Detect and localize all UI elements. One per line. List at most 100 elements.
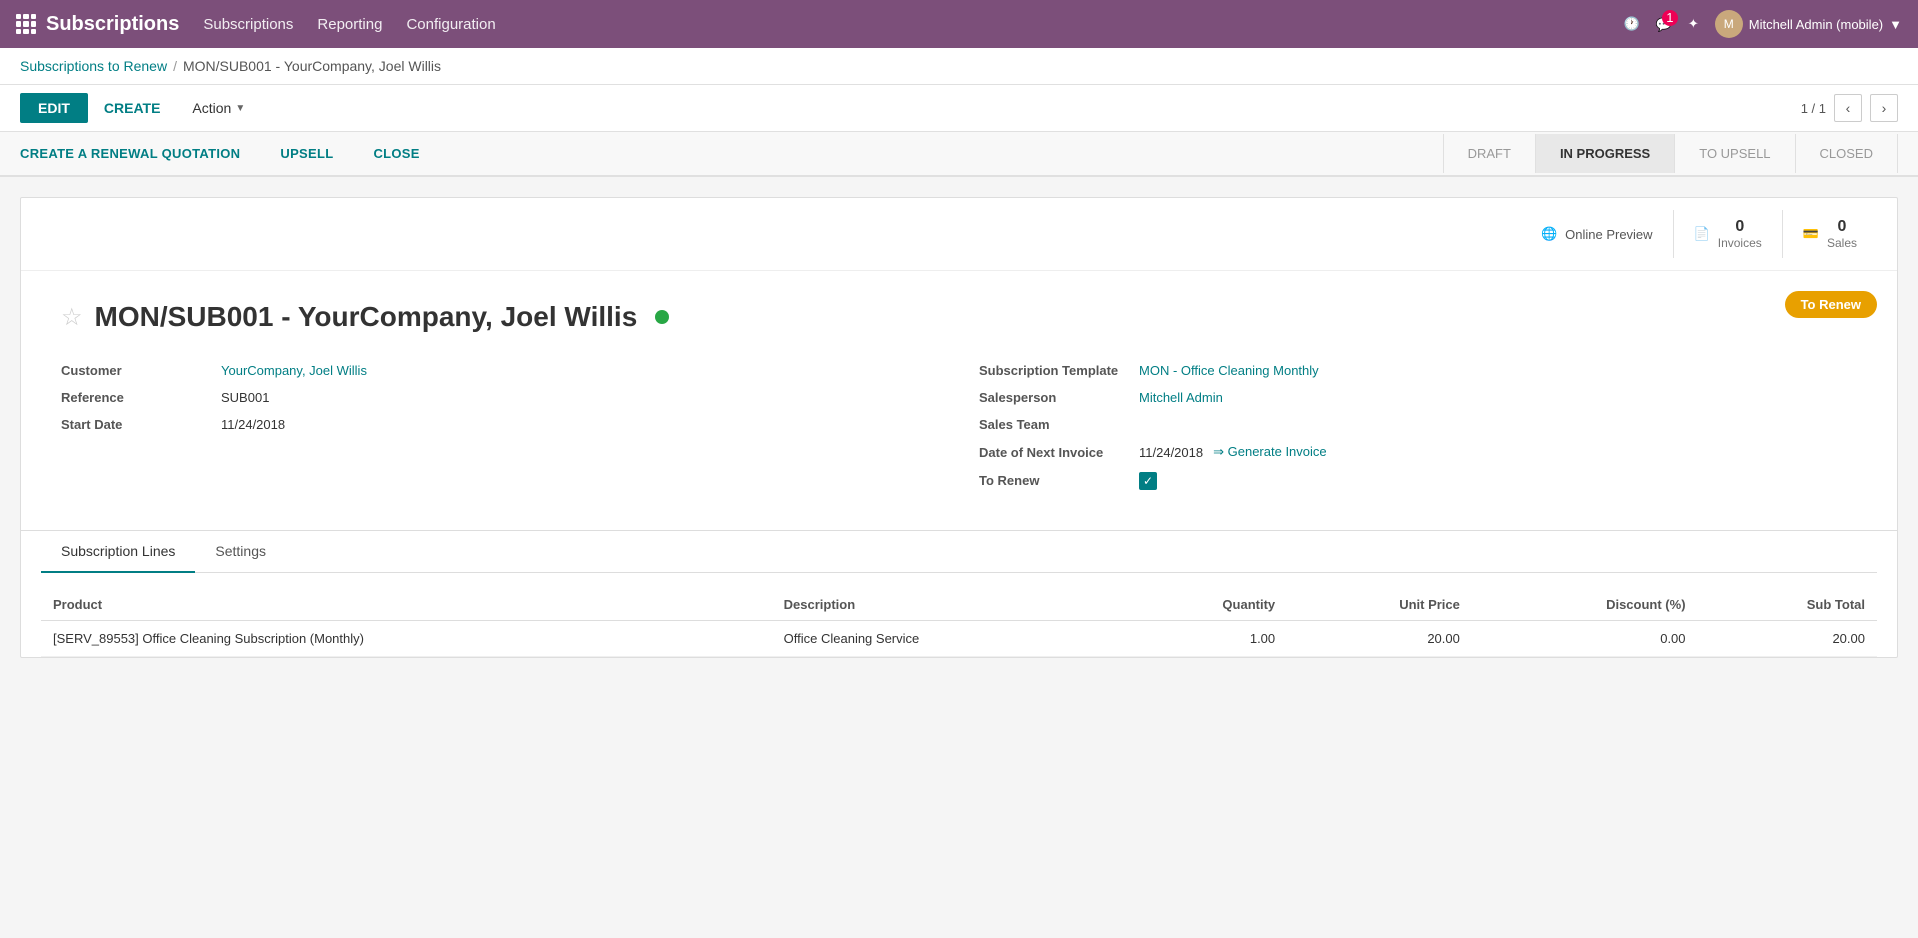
customer-value[interactable]: YourCompany, Joel Willis	[221, 363, 367, 378]
stages: DRAFT IN PROGRESS TO UPSELL CLOSED	[1443, 134, 1898, 173]
customer-label: Customer	[61, 363, 221, 378]
close-button[interactable]: CLOSE	[353, 132, 439, 175]
user-name: Mitchell Admin (mobile)	[1749, 17, 1883, 32]
sales-team-field: Sales Team	[979, 417, 1857, 432]
field-group-right: Subscription Template MON - Office Clean…	[979, 363, 1857, 490]
breadcrumb-parent[interactable]: Subscriptions to Renew	[20, 58, 167, 74]
upsell-button[interactable]: UPSELL	[260, 132, 353, 175]
cell-description: Office Cleaning Service	[772, 621, 1120, 657]
status-bar: CREATE A RENEWAL QUOTATION UPSELL CLOSE …	[0, 132, 1918, 177]
star-nav-icon[interactable]: ✦	[1688, 16, 1699, 32]
col-description: Description	[772, 589, 1120, 621]
record-title: ☆ MON/SUB001 - YourCompany, Joel Willis	[61, 301, 1857, 333]
fields-grid: Customer YourCompany, Joel Willis Refere…	[61, 363, 1857, 510]
next-button[interactable]: ›	[1870, 94, 1898, 122]
invoices-label: Invoices	[1718, 236, 1762, 250]
user-avatar: M	[1715, 10, 1743, 38]
favorite-star-icon[interactable]: ☆	[61, 303, 83, 332]
pagination-text: 1 / 1	[1801, 101, 1826, 116]
col-unit-price: Unit Price	[1287, 589, 1472, 621]
edit-button[interactable]: EDIT	[20, 93, 88, 123]
stage-in-progress[interactable]: IN PROGRESS	[1535, 134, 1674, 173]
start-date-label: Start Date	[61, 417, 221, 432]
table-row: [SERV_89553] Office Cleaning Subscriptio…	[41, 621, 1877, 657]
nav-configuration[interactable]: Configuration	[406, 16, 495, 33]
record-title-text: MON/SUB001 - YourCompany, Joel Willis	[95, 301, 638, 333]
notifications[interactable]: 💬 1	[1656, 16, 1672, 33]
status-dot	[655, 310, 669, 324]
to-renew-checkbox[interactable]	[1139, 472, 1157, 490]
col-quantity: Quantity	[1120, 589, 1287, 621]
cell-quantity: 1.00	[1120, 621, 1287, 657]
user-menu-caret: ▼	[1889, 17, 1902, 32]
start-date-field: Start Date 11/24/2018	[61, 417, 939, 432]
nav-links: Subscriptions Reporting Configuration	[203, 16, 1599, 33]
sales-icon: 💳	[1803, 226, 1819, 242]
sub-template-value[interactable]: MON - Office Cleaning Monthly	[1139, 363, 1319, 378]
smart-buttons: 🌐 Online Preview 📄 0 Invoices 💳 0 Sales	[21, 198, 1897, 271]
online-preview-button[interactable]: 🌐 Online Preview	[1521, 218, 1673, 250]
user-menu[interactable]: M Mitchell Admin (mobile) ▼	[1715, 10, 1902, 38]
tab-settings[interactable]: Settings	[195, 531, 286, 573]
topnav-right: 🕐 💬 1 ✦ M Mitchell Admin (mobile) ▼	[1623, 10, 1902, 38]
breadcrumb-sep: /	[173, 58, 177, 74]
create-button[interactable]: CREATE	[100, 93, 165, 123]
to-renew-label: To Renew	[979, 473, 1139, 488]
salesperson-label: Salesperson	[979, 390, 1139, 405]
reference-field: Reference SUB001	[61, 390, 939, 405]
topnav: Subscriptions Subscriptions Reporting Co…	[0, 0, 1918, 48]
sub-template-label: Subscription Template	[979, 363, 1139, 378]
stage-closed[interactable]: CLOSED	[1795, 134, 1898, 173]
cell-sub-total: 20.00	[1698, 621, 1877, 657]
to-renew-badge: To Renew	[1785, 291, 1877, 318]
action-caret: ▼	[235, 103, 245, 114]
salesperson-value[interactable]: Mitchell Admin	[1139, 390, 1223, 405]
col-discount: Discount (%)	[1472, 589, 1698, 621]
prev-button[interactable]: ‹	[1834, 94, 1862, 122]
sales-button[interactable]: 💳 0 Sales	[1782, 210, 1877, 258]
tabs-nav: Subscription Lines Settings	[41, 531, 1877, 573]
action-bar: EDIT CREATE Action ▼ 1 / 1 ‹ ›	[0, 85, 1918, 132]
start-date-value: 11/24/2018	[221, 417, 285, 432]
action-dropdown[interactable]: Action ▼	[192, 100, 245, 116]
col-product: Product	[41, 589, 772, 621]
salesperson-field: Salesperson Mitchell Admin	[979, 390, 1857, 405]
subscription-lines-table: Product Description Quantity Unit Price …	[41, 589, 1877, 657]
next-invoice-label: Date of Next Invoice	[979, 445, 1139, 460]
pagination-nav: 1 / 1 ‹ ›	[1801, 94, 1898, 122]
notif-count: 1	[1662, 10, 1678, 26]
stage-draft[interactable]: DRAFT	[1443, 134, 1535, 173]
field-group-left: Customer YourCompany, Joel Willis Refere…	[61, 363, 939, 490]
app-logo: Subscriptions	[16, 13, 179, 36]
renewal-quotation-button[interactable]: CREATE A RENEWAL QUOTATION	[20, 132, 260, 175]
tab-subscription-lines[interactable]: Subscription Lines	[41, 531, 195, 573]
globe-icon: 🌐	[1541, 226, 1557, 242]
nav-subscriptions[interactable]: Subscriptions	[203, 16, 293, 33]
sales-label: Sales	[1827, 236, 1857, 250]
col-sub-total: Sub Total	[1698, 589, 1877, 621]
stage-to-upsell[interactable]: TO UPSELL	[1674, 134, 1794, 173]
generate-invoice-link[interactable]: Generate Invoice	[1213, 444, 1327, 460]
record-card: 🌐 Online Preview 📄 0 Invoices 💳 0 Sales	[20, 197, 1898, 658]
grid-icon[interactable]	[16, 14, 36, 34]
nav-reporting[interactable]: Reporting	[317, 16, 382, 33]
clock-icon[interactable]: 🕐	[1623, 16, 1639, 32]
record-tabs: Subscription Lines Settings Product Desc…	[21, 530, 1897, 657]
reference-value: SUB001	[221, 390, 269, 405]
app-name: Subscriptions	[46, 13, 179, 36]
invoices-count: 0	[1718, 218, 1762, 236]
cell-unit-price: 20.00	[1287, 621, 1472, 657]
next-invoice-field: Date of Next Invoice 11/24/2018 Generate…	[979, 444, 1857, 460]
sales-team-label: Sales Team	[979, 417, 1139, 432]
main-content: 🌐 Online Preview 📄 0 Invoices 💳 0 Sales	[0, 177, 1918, 678]
breadcrumb-current: MON/SUB001 - YourCompany, Joel Willis	[183, 58, 441, 74]
to-renew-field: To Renew	[979, 472, 1857, 490]
customer-field: Customer YourCompany, Joel Willis	[61, 363, 939, 378]
breadcrumb: Subscriptions to Renew / MON/SUB001 - Yo…	[0, 48, 1918, 85]
cell-product: [SERV_89553] Office Cleaning Subscriptio…	[41, 621, 772, 657]
sales-count: 0	[1827, 218, 1857, 236]
action-label: Action	[192, 100, 231, 116]
invoices-button[interactable]: 📄 0 Invoices	[1673, 210, 1782, 258]
invoice-icon: 📄	[1694, 226, 1710, 242]
sub-template-field: Subscription Template MON - Office Clean…	[979, 363, 1857, 378]
